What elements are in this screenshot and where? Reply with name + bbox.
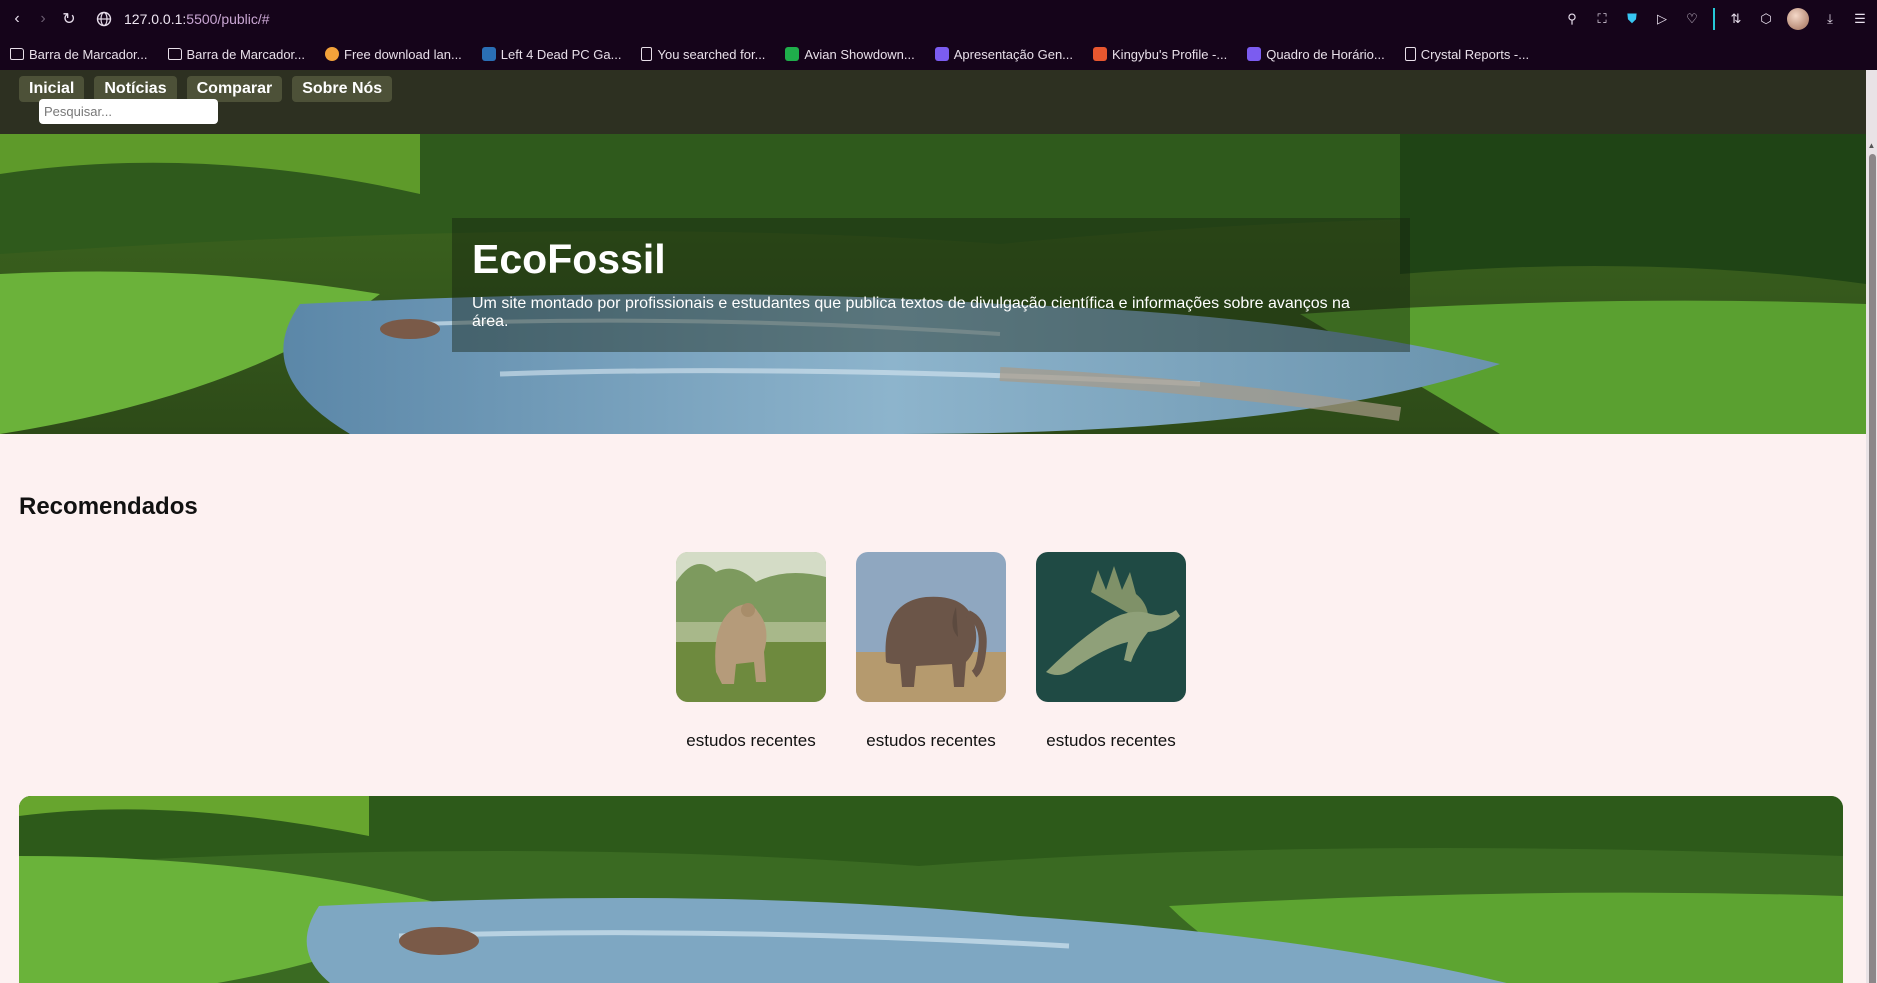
bookmark-item[interactable]: You searched for... bbox=[641, 47, 765, 62]
site-description: Um site montado por profissionais e estu… bbox=[472, 295, 1350, 330]
search-input[interactable] bbox=[39, 99, 218, 124]
reload-icon[interactable]: ↻ bbox=[56, 6, 82, 32]
site-title: EcoFossil bbox=[472, 236, 666, 282]
bookmark-label: Kingybu's Profile -... bbox=[1112, 46, 1228, 62]
bookmark-item[interactable]: Barra de Marcador... bbox=[167, 46, 306, 62]
bookmark-label: Free download lan... bbox=[344, 46, 462, 62]
extensions-icon[interactable]: ⬡ bbox=[1757, 10, 1775, 28]
bl-site-icon bbox=[785, 47, 800, 61]
bookmark-item[interactable]: Crystal Reports -... bbox=[1404, 46, 1530, 62]
card-label: estudos recentes bbox=[1046, 731, 1176, 750]
site-header: Inicial Notícias Comparar Sobre Nós bbox=[0, 70, 1866, 134]
bottom-banner-image bbox=[19, 796, 1843, 983]
bookmark-item[interactable]: Barra de Marcador... bbox=[10, 47, 148, 62]
bookmark-item[interactable]: Avian Showdown... bbox=[785, 46, 915, 62]
recommended-heading: Recomendados bbox=[19, 493, 198, 520]
elephant-image[interactable] bbox=[856, 552, 1006, 702]
profile-avatar[interactable] bbox=[1787, 8, 1809, 30]
bookmark-label: Avian Showdown... bbox=[804, 46, 915, 62]
recommended-card[interactable]: estudos recentes bbox=[856, 552, 1006, 751]
card-label: estudos recentes bbox=[686, 731, 816, 750]
folder-icon bbox=[167, 48, 182, 60]
folder-icon bbox=[10, 48, 24, 60]
scroll-up-icon[interactable]: ▲ bbox=[1867, 142, 1876, 150]
bookmark-item[interactable]: Left 4 Dead PC Ga... bbox=[481, 46, 622, 62]
bookmark-item[interactable]: Apresentação Gen... bbox=[934, 46, 1074, 62]
recommended-card[interactable]: estudos recentes bbox=[676, 552, 826, 751]
shield-site-icon bbox=[1247, 47, 1262, 61]
bookmark-item[interactable]: Free download lan... bbox=[325, 47, 462, 62]
bookmark-item[interactable]: Quadro de Horário... bbox=[1247, 47, 1385, 62]
spinosaurus-image[interactable] bbox=[1036, 552, 1186, 702]
page-scrollbar[interactable]: ▲ bbox=[1866, 70, 1877, 983]
tools-icon[interactable]: ⇅ bbox=[1727, 10, 1745, 28]
site-info-icon[interactable] bbox=[96, 11, 112, 27]
shield-site-icon bbox=[934, 47, 949, 61]
kingybu-icon bbox=[1093, 47, 1108, 61]
page-icon bbox=[641, 47, 653, 61]
address-bar[interactable]: 127.0.0.1:5500/public/# bbox=[96, 11, 270, 27]
url-path: 5500/public/# bbox=[186, 11, 270, 27]
bookmark-label: Barra de Marcador... bbox=[186, 46, 306, 62]
bookmarks-bar: Barra de Marcador... Barra de Marcador..… bbox=[0, 38, 1877, 70]
download-icon[interactable]: ⤓ bbox=[1821, 10, 1839, 28]
menu-icon[interactable]: ☰ bbox=[1851, 10, 1869, 28]
scrollbar-thumb[interactable] bbox=[1869, 154, 1876, 983]
hero-overlay: EcoFossil Um site montado por profission… bbox=[452, 218, 1410, 352]
f-site-icon bbox=[481, 47, 496, 61]
card-label: estudos recentes bbox=[866, 731, 996, 750]
bookmark-label: Left 4 Dead PC Ga... bbox=[500, 46, 622, 62]
forward-icon[interactable]: › bbox=[30, 6, 56, 32]
sidebar-divider bbox=[1713, 8, 1715, 30]
screenshot-icon[interactable]: ⛶ bbox=[1593, 10, 1611, 28]
play-icon[interactable]: ▷ bbox=[1653, 10, 1671, 28]
recommended-cards: estudos recentes estudos recentes estudo… bbox=[676, 552, 1186, 751]
recommended-card[interactable]: estudos recentes bbox=[1036, 552, 1186, 751]
back-icon[interactable]: ‹ bbox=[4, 6, 30, 32]
fox-icon bbox=[325, 47, 339, 61]
page-icon bbox=[1404, 47, 1416, 61]
hero-banner: EcoFossil Um site montado por profission… bbox=[0, 134, 1866, 434]
bookmark-label: Quadro de Horário... bbox=[1266, 46, 1385, 62]
bookmark-label: Crystal Reports -... bbox=[1420, 46, 1530, 62]
bookmark-label: Barra de Marcador... bbox=[29, 46, 148, 62]
pin-icon[interactable]: ⚲ bbox=[1563, 10, 1581, 28]
ground-sloth-image[interactable] bbox=[676, 552, 826, 702]
heart-icon[interactable]: ♡ bbox=[1683, 10, 1701, 28]
bookmark-item[interactable]: Kingybu's Profile -... bbox=[1093, 47, 1227, 62]
url-text[interactable]: 127.0.0.1:5500/public/# bbox=[124, 11, 270, 27]
url-host: 127.0.0.1: bbox=[124, 11, 187, 27]
menu-item-sobre-nos[interactable]: Sobre Nós bbox=[292, 76, 393, 102]
shield-extension-icon[interactable]: ⛊ bbox=[1623, 10, 1641, 28]
bookmark-label: You searched for... bbox=[657, 46, 766, 62]
browser-toolbar: ‹ › ↻ 127.0.0.1:5500/public/# ⚲ ⛶ ⛊ ▷ ♡ … bbox=[0, 0, 1877, 38]
bookmark-label: Apresentação Gen... bbox=[953, 46, 1074, 62]
